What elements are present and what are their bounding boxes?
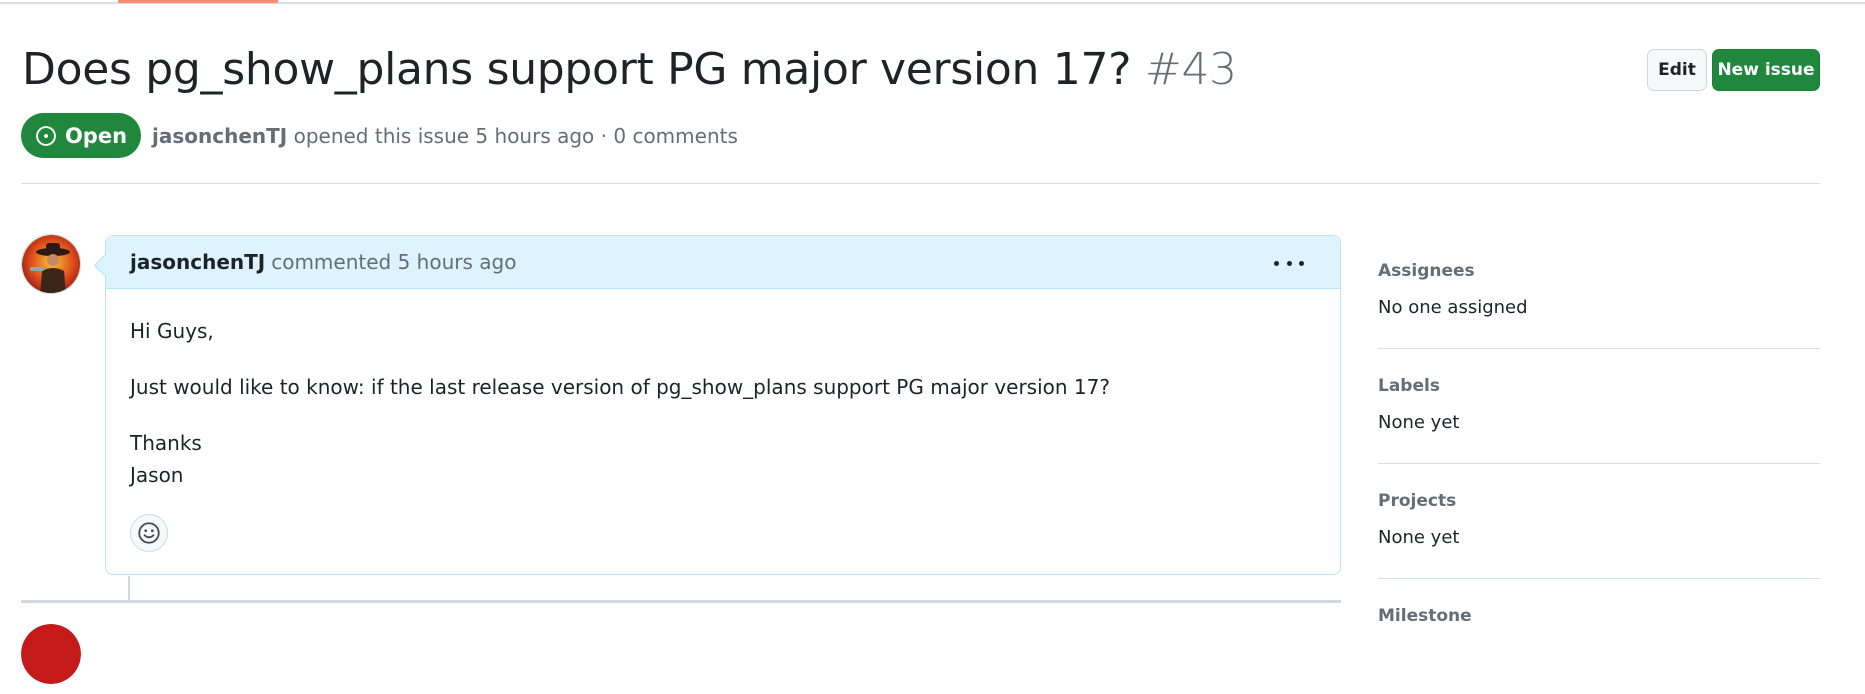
sidebar-labels: Labels None yet [1378,349,1820,464]
edit-button[interactable]: Edit [1647,49,1707,91]
issue-opened-icon [35,125,57,147]
sidebar-assignees: Assignees No one assigned [1378,234,1820,349]
selected-tab-indicator [118,0,278,3]
sidebar-projects: Projects None yet [1378,464,1820,579]
avatar[interactable] [21,234,81,294]
new-issue-button[interactable]: New issue [1712,49,1820,91]
issue-sidebar: Assignees No one assigned Labels None ye… [1378,234,1820,694]
comment-body: Hi Guys, Just would like to know: if the… [106,289,1340,491]
kebab-horizontal-icon[interactable] [1274,253,1304,273]
sidebar-heading[interactable]: Assignees [1378,261,1820,281]
sidebar-value: None yet [1378,527,1460,548]
sidebar-heading[interactable]: Projects [1378,491,1820,511]
issue-number: #43 [1144,44,1237,95]
smiley-icon [137,521,161,545]
comment-line: Hi Guys, [130,319,214,343]
issue-meta: jasonchenTJ opened this issue 5 hours ag… [152,124,738,148]
comment-author-link[interactable]: jasonchenTJ [130,250,265,274]
timeline-connector [128,576,130,600]
comment-box: jasonchenTJ commented 5 hours ago Hi Guy… [105,235,1341,575]
issue-state-label: Open [64,123,128,148]
sidebar-heading[interactable]: Milestone [1378,606,1820,626]
comment-line: Thanks [130,431,202,455]
issue-title-text: Does pg_show_plans support PG major vers… [22,44,1132,95]
issue-meta-text: opened this issue 5 hours ago · 0 commen… [293,124,738,148]
sidebar-milestone: Milestone [1378,579,1820,694]
top-navigation-border [0,0,1865,4]
sidebar-value: No one assigned [1378,297,1528,318]
sidebar-value: None yet [1378,412,1460,433]
comment-timestamp[interactable]: commented 5 hours ago [271,250,516,274]
comment-line: Just would like to know: if the last rel… [130,375,1110,399]
comment-line: Jason [130,463,184,487]
timeline-divider [21,600,1341,603]
avatar[interactable] [21,624,81,684]
issue-state-badge: Open [21,113,141,158]
comment-header: jasonchenTJ commented 5 hours ago [106,236,1340,289]
sidebar-heading[interactable]: Labels [1378,376,1820,396]
add-reaction-button[interactable] [130,514,168,552]
issue-author-link[interactable]: jasonchenTJ [152,124,287,148]
issue-title: Does pg_show_plans support PG major vers… [22,44,1237,95]
header-divider [21,183,1820,184]
